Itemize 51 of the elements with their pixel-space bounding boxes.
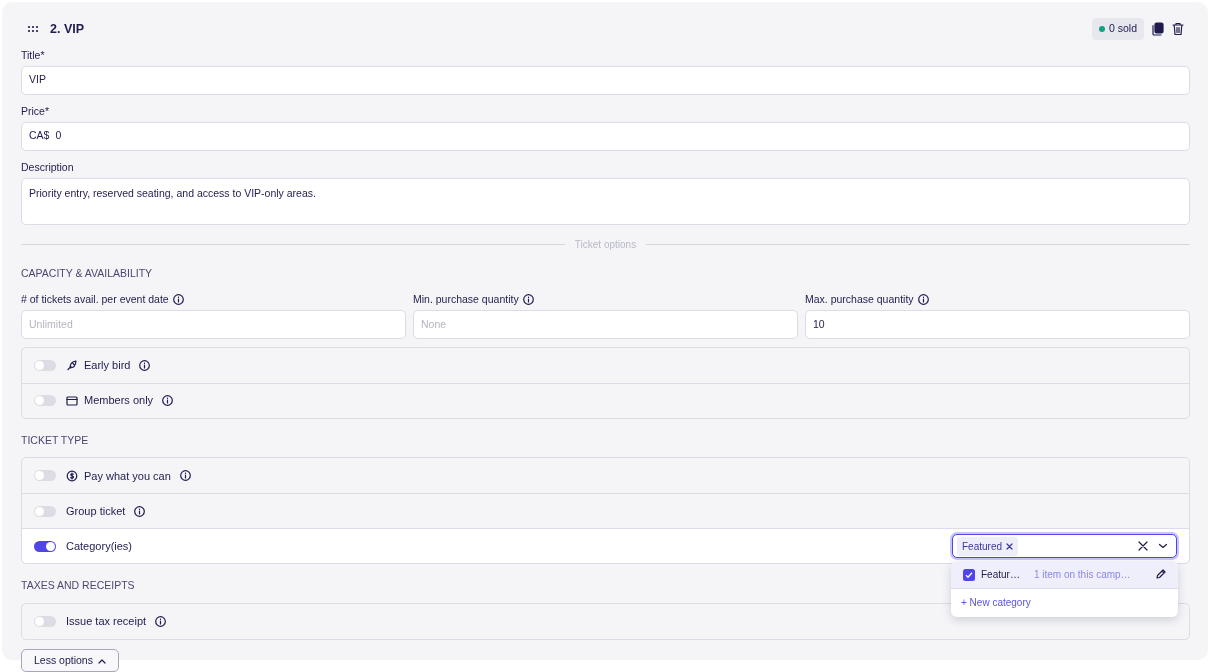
- info-icon: [917, 293, 929, 305]
- label-text: # of tickets avail. per event date: [21, 292, 169, 306]
- input-field[interactable]: None: [413, 309, 798, 339]
- new-category-link[interactable]: + New category: [951, 589, 1041, 618]
- price-value: 0: [55, 128, 62, 144]
- field-label: Price*: [21, 104, 49, 118]
- option-note: 1 item on this camp…: [1033, 568, 1131, 583]
- label-text: Min. purchase quantity: [413, 292, 519, 306]
- toggle-label: Category(ies): [66, 539, 133, 554]
- status-dot: [1098, 25, 1105, 32]
- currency-prefix: CA$: [29, 128, 50, 144]
- input-field[interactable]: VIP: [21, 65, 1190, 95]
- info-icon: [172, 293, 184, 305]
- less-options-button[interactable]: Less options: [21, 649, 119, 672]
- section-heading: TAXES AND RECEIPTS: [21, 578, 136, 594]
- pencil-icon[interactable]: [1155, 569, 1166, 581]
- input-field[interactable]: Unlimited: [21, 309, 406, 339]
- checkbox[interactable]: [963, 568, 975, 581]
- field-label: Title*: [21, 48, 45, 62]
- drag-handle-icon[interactable]: [27, 24, 39, 33]
- section-heading: TICKET TYPE: [21, 432, 90, 448]
- toggle-switch[interactable]: [34, 540, 56, 552]
- toggle-switch[interactable]: [34, 470, 56, 482]
- clear-icon[interactable]: [1138, 541, 1148, 552]
- toggle-switch[interactable]: [34, 616, 56, 627]
- info-icon: [522, 293, 534, 305]
- sold-badge: 0 sold: [1091, 18, 1144, 40]
- toggle-label: Pay what you can: [84, 468, 171, 484]
- toggle-label: Members only: [84, 393, 154, 409]
- field-label: Description: [21, 160, 74, 174]
- price-field[interactable]: CA$ 0: [21, 121, 1190, 151]
- chevron-down-icon[interactable]: [1158, 542, 1168, 551]
- copy-icon[interactable]: [1152, 21, 1164, 36]
- toggle-switch[interactable]: [34, 395, 56, 406]
- toggle-label: Issue tax receipt: [66, 614, 147, 630]
- remove-icon[interactable]: [1006, 542, 1014, 550]
- toggle-switch[interactable]: [34, 505, 56, 517]
- chevron-up-icon: [97, 657, 106, 664]
- section-heading: CAPACITY & AVAILABILITY: [21, 265, 154, 281]
- description-field[interactable]: Priority entry, reserved seating, and access to VIP-only areas.: [21, 177, 1190, 225]
- ticket-title: 2. VIP: [50, 20, 85, 38]
- label-text: Max. purchase quantity: [805, 292, 914, 306]
- toggle-switch[interactable]: [34, 359, 56, 371]
- coin-icon: [66, 469, 78, 482]
- toggle-label: Early bird: [84, 357, 131, 373]
- trash-icon[interactable]: [1172, 21, 1184, 36]
- card-icon: [66, 394, 78, 407]
- category-tag: Featured: [957, 536, 1019, 556]
- option-label[interactable]: Featur…: [981, 567, 1020, 583]
- input-field[interactable]: 10: [805, 309, 1190, 339]
- toggle-label: Group ticket: [66, 504, 126, 519]
